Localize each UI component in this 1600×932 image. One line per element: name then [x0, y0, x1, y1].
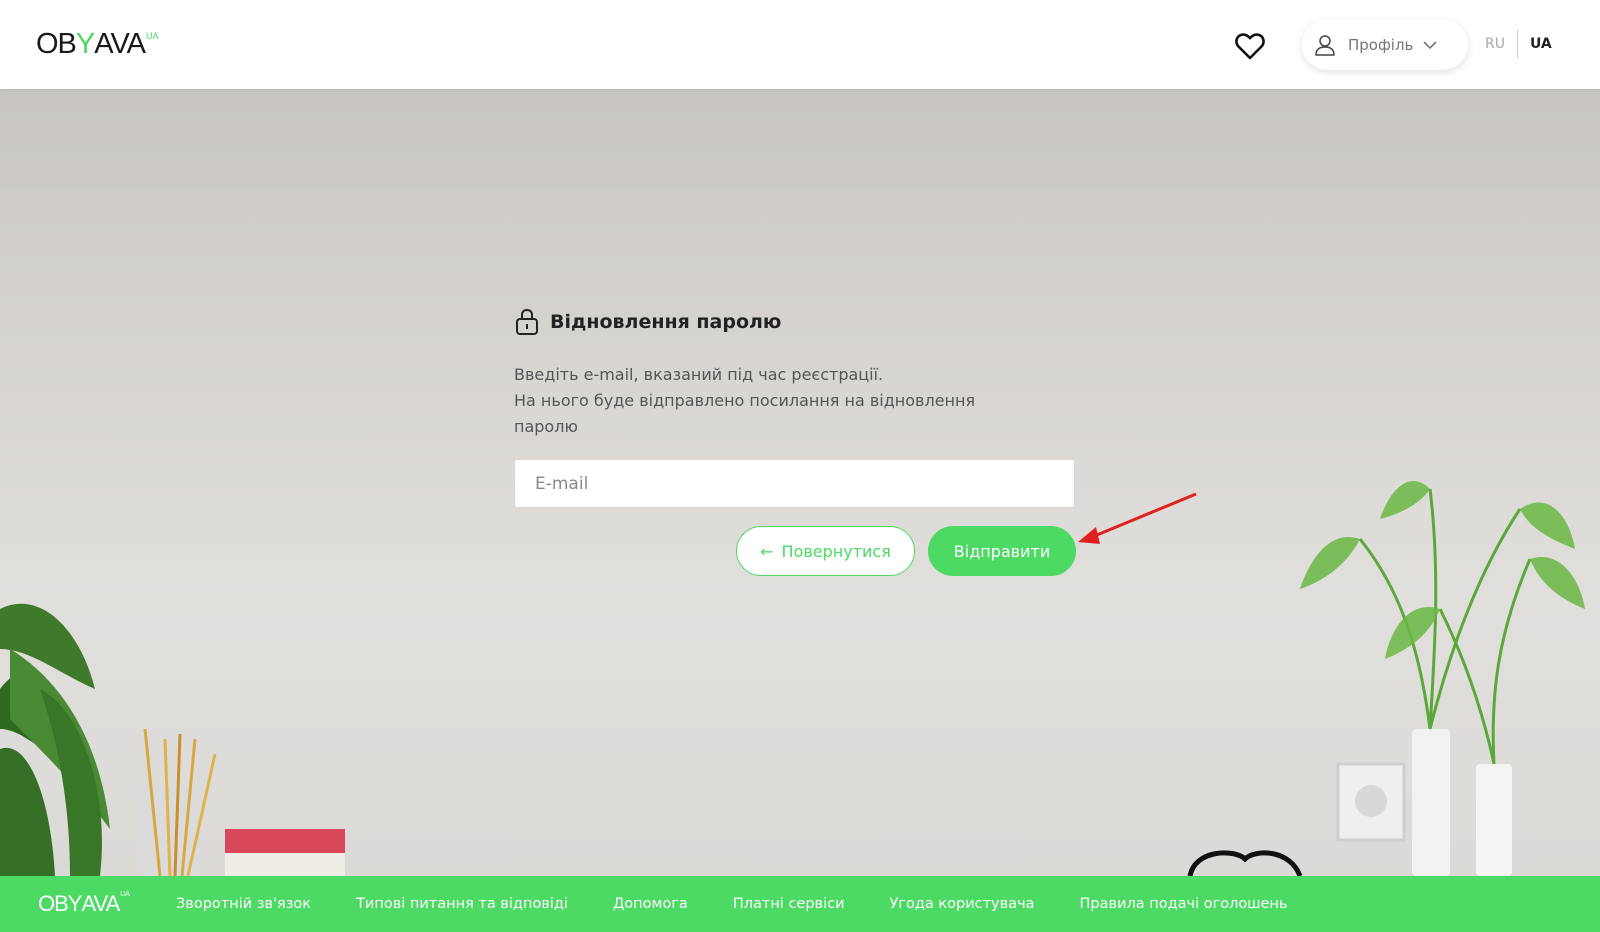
footer-logo-text-1: OB	[38, 891, 69, 916]
user-icon	[1314, 34, 1336, 56]
arrow-left-icon: ←	[760, 541, 774, 561]
site-logo[interactable]: OB Y AVA UA	[36, 28, 159, 60]
description-line-2: На нього буде відправлено посилання на в…	[514, 391, 976, 436]
footer-logo-ua: UA	[120, 891, 130, 898]
footer-logo-text-2: AVA	[81, 891, 120, 916]
logo-text-y: Y	[75, 28, 95, 60]
favorites-button[interactable]	[1234, 30, 1266, 62]
email-input[interactable]	[514, 459, 1075, 508]
form-actions: ← Повернутися Відправити	[736, 526, 1076, 576]
password-recovery-form: Відновлення паролю Введіть e-mail, вказа…	[514, 308, 1076, 576]
chevron-down-icon	[1423, 38, 1437, 52]
lock-icon	[514, 308, 540, 336]
lang-ru[interactable]: RU	[1485, 36, 1517, 52]
heart-icon	[1235, 33, 1265, 60]
description-line-1: Введіть e-mail, вказаний під час реєстра…	[514, 365, 884, 384]
footer: OB Y AVA UA Зворотній зв'язок Типові питанн…	[0, 876, 1600, 932]
form-title: Відновлення паролю	[514, 308, 1074, 336]
footer-link-user-agreement[interactable]: Угода користувача	[890, 896, 1035, 912]
logo-text-2: AVA	[94, 28, 146, 60]
lang-ua[interactable]: UA	[1518, 36, 1552, 52]
footer-links: Зворотній зв'язок Типові питання та відп…	[176, 896, 1332, 912]
footer-logo-text-y: Y	[67, 891, 83, 916]
profile-label: Профіль	[1348, 36, 1414, 54]
submit-button[interactable]: Відправити	[928, 526, 1076, 576]
back-button-label: Повернутися	[781, 541, 891, 561]
header: OB Y AVA UA Профіль RU UA	[0, 0, 1600, 89]
footer-logo[interactable]: OB Y AVA UA	[38, 888, 130, 920]
language-switcher: RU UA	[1485, 30, 1552, 58]
form-description: Введіть e-mail, вказаний під час реєстра…	[514, 362, 1034, 440]
profile-menu-button[interactable]: Профіль	[1302, 20, 1468, 70]
footer-link-faq[interactable]: Типові питання та відповіді	[356, 896, 568, 912]
footer-link-posting-rules[interactable]: Правила подачі оголошень	[1080, 896, 1288, 912]
footer-link-paid-services[interactable]: Платні сервіси	[733, 896, 845, 912]
footer-link-feedback[interactable]: Зворотній зв'язок	[176, 896, 311, 912]
page-title: Відновлення паролю	[550, 311, 782, 333]
logo-text-1: OB	[36, 28, 77, 60]
back-button[interactable]: ← Повернутися	[736, 526, 915, 576]
logo-ua: UA	[145, 31, 159, 41]
footer-link-help[interactable]: Допомога	[613, 896, 688, 912]
